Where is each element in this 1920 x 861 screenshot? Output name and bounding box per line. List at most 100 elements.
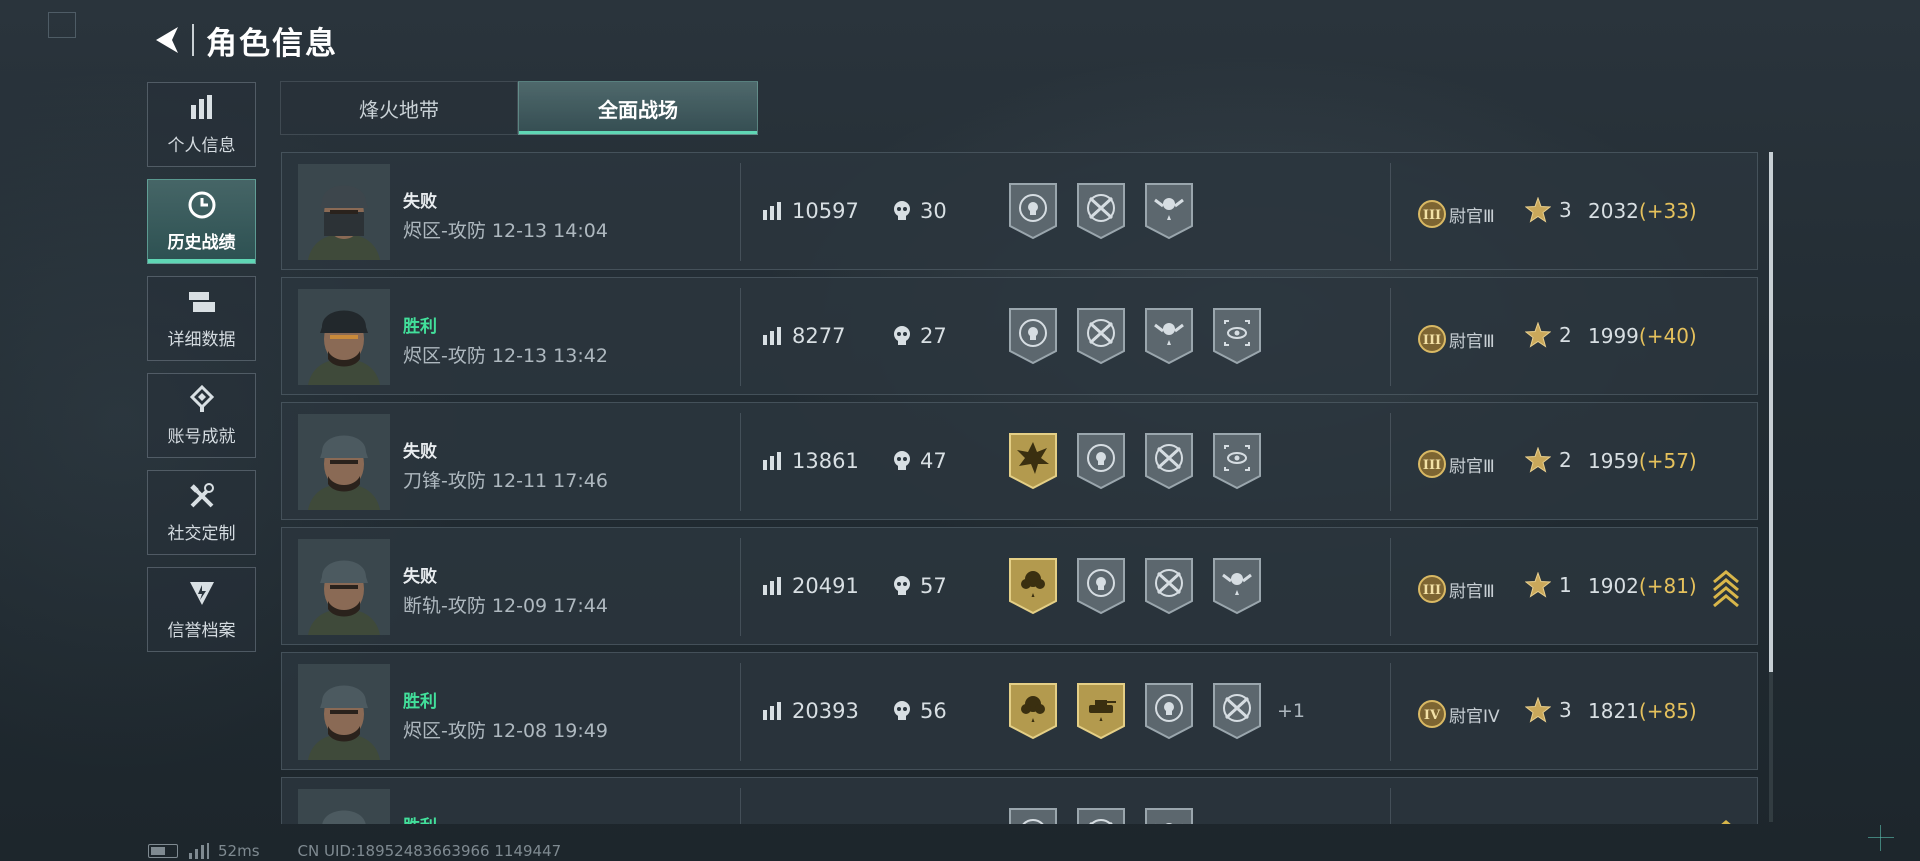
match-result: 失败 bbox=[403, 442, 437, 462]
crossed-rifles-medal[interactable] bbox=[1211, 682, 1263, 740]
page-title: 角色信息 bbox=[206, 25, 338, 62]
map-mode: 烬区-攻防 bbox=[403, 345, 486, 367]
winged-skull-medal[interactable] bbox=[1143, 807, 1195, 824]
winged-skull-medal[interactable] bbox=[1211, 557, 1263, 615]
tab-all-out-warfare[interactable]: 全面战场 bbox=[518, 81, 758, 135]
rank-info: III 尉官Ⅲ bbox=[1417, 449, 1495, 479]
crossed-rifles-medal[interactable] bbox=[1075, 182, 1127, 240]
points-value: 1821 bbox=[1588, 699, 1639, 723]
sidebar-item-personal-info[interactable]: 个人信息 bbox=[147, 82, 256, 167]
crossed-rifles-medal[interactable] bbox=[1143, 432, 1195, 490]
crossed-rifles-medal[interactable] bbox=[1143, 557, 1195, 615]
crosshair-corner-mark bbox=[1868, 825, 1894, 851]
match-row[interactable]: 失败 断轨-攻防 12-09 17:44 20491 57 III 尉官Ⅲ 1 1902(+8… bbox=[281, 527, 1758, 645]
match-kills: 47 bbox=[892, 449, 947, 473]
sidebar-item-achievements[interactable]: 账号成就 bbox=[147, 373, 256, 458]
star-count: 2 bbox=[1525, 447, 1572, 473]
divider bbox=[1390, 413, 1391, 511]
score-bars-icon bbox=[763, 327, 781, 345]
kills-value: 56 bbox=[920, 699, 947, 723]
score-value: 13861 bbox=[792, 449, 859, 473]
operator-portrait bbox=[298, 164, 390, 260]
skull-target-medal[interactable] bbox=[1075, 432, 1127, 490]
sidebar-item-detail-data[interactable]: 详细数据 bbox=[147, 276, 256, 361]
tab-hazard-zone[interactable]: 烽火地带 bbox=[280, 81, 518, 135]
kills-value: 57 bbox=[920, 574, 947, 598]
points-value: 1999 bbox=[1588, 324, 1639, 348]
operator-portrait bbox=[298, 664, 390, 760]
match-history-list[interactable]: 失败 烬区-攻防 12-13 14:04 10597 30 III 尉官Ⅲ 3 2032(+3… bbox=[281, 152, 1759, 824]
stars-value: 2 bbox=[1559, 448, 1572, 472]
star-icon bbox=[1525, 322, 1551, 348]
signal-icon bbox=[189, 843, 209, 859]
rank-numeral: III bbox=[1423, 208, 1441, 223]
crossed-rifles-medal[interactable] bbox=[1075, 307, 1127, 365]
match-info: 烬区-攻防 12-08 19:49 bbox=[403, 716, 608, 743]
medal-list: +1 bbox=[1007, 682, 1305, 740]
match-kills: 56 bbox=[892, 699, 947, 723]
match-time: 12-09 17:44 bbox=[491, 595, 608, 617]
score-value: 20393 bbox=[792, 699, 859, 723]
star-count: 2 bbox=[1525, 322, 1572, 348]
match-result: 胜利 bbox=[403, 692, 437, 712]
match-score: 20393 bbox=[762, 699, 859, 723]
eye-scope-medal[interactable] bbox=[1211, 432, 1263, 490]
map-mode: 烬区-攻防 bbox=[403, 720, 486, 742]
match-score: 20491 bbox=[762, 574, 859, 598]
divider bbox=[1390, 288, 1391, 386]
rank-badge-icon: III bbox=[1418, 200, 1446, 228]
scrollbar-thumb[interactable] bbox=[1769, 152, 1773, 672]
list-scrollbar[interactable] bbox=[1769, 152, 1773, 822]
kills-value: 30 bbox=[920, 199, 947, 223]
score-value: 8277 bbox=[792, 324, 846, 348]
skull-target-medal[interactable] bbox=[1007, 307, 1059, 365]
points-delta: (+57) bbox=[1638, 449, 1697, 473]
rank-info: III 尉官Ⅲ bbox=[1417, 324, 1495, 354]
gold-tank-medal[interactable] bbox=[1075, 682, 1127, 740]
winged-skull-medal[interactable] bbox=[1143, 307, 1195, 365]
star-count: 3 bbox=[1525, 697, 1572, 723]
rank-name: 尉官Ⅲ bbox=[1449, 331, 1495, 352]
match-row[interactable]: 胜利 烬区-攻防 12-08 19:49 20393 56 +1 IV 尉官IV 3 1821(… bbox=[281, 652, 1758, 770]
winged-skull-medal[interactable] bbox=[1143, 182, 1195, 240]
match-result: 胜利 bbox=[403, 812, 437, 824]
divider bbox=[740, 538, 741, 636]
map-mode: 刀锋-攻防 bbox=[403, 470, 486, 492]
back-button[interactable] bbox=[148, 20, 186, 60]
sidebar-item-credit[interactable]: 信誉档案 bbox=[147, 567, 256, 652]
gold-explosion-medal[interactable] bbox=[1007, 432, 1059, 490]
match-row[interactable]: 胜利 bbox=[281, 777, 1758, 824]
page-header: 角色信息 bbox=[148, 18, 338, 62]
match-row[interactable]: 失败 刀锋-攻防 12-11 17:46 13861 47 III 尉官Ⅲ 2 1959(+5… bbox=[281, 402, 1758, 520]
skull-target-medal[interactable] bbox=[1007, 182, 1059, 240]
battery-icon bbox=[148, 844, 178, 858]
stats-bars-icon bbox=[186, 93, 218, 123]
divider bbox=[1390, 538, 1391, 636]
sidebar-item-label: 信誉档案 bbox=[167, 621, 236, 641]
divider bbox=[1390, 788, 1391, 824]
sidebar-item-label: 账号成就 bbox=[167, 427, 236, 447]
match-row[interactable]: 失败 烬区-攻防 12-13 14:04 10597 30 III 尉官Ⅲ 3 2032(+3… bbox=[281, 152, 1758, 270]
rank-points: 1821(+85) bbox=[1588, 699, 1697, 723]
match-info: 烬区-攻防 12-13 13:42 bbox=[403, 341, 608, 368]
eye-scope-medal[interactable] bbox=[1211, 307, 1263, 365]
sidebar-item-history[interactable]: 历史战绩 bbox=[147, 179, 256, 264]
medal-list bbox=[1007, 807, 1211, 824]
skull-target-medal[interactable] bbox=[1143, 682, 1195, 740]
stars-value: 2 bbox=[1559, 323, 1572, 347]
score-bars-icon bbox=[763, 202, 781, 220]
gold-rose-medal[interactable] bbox=[1007, 557, 1059, 615]
extra-medals-count[interactable]: +1 bbox=[1277, 700, 1305, 722]
sidebar-item-social[interactable]: 社交定制 bbox=[147, 470, 256, 555]
match-row[interactable]: 胜利 烬区-攻防 12-13 13:42 8277 27 III 尉官Ⅲ 2 1999(+40… bbox=[281, 277, 1758, 395]
crossed-rifles-medal[interactable] bbox=[1075, 807, 1127, 824]
points-value: 1902 bbox=[1588, 574, 1639, 598]
skull-target-medal[interactable] bbox=[1075, 557, 1127, 615]
kills-value: 47 bbox=[920, 449, 947, 473]
sidebar-item-label: 详细数据 bbox=[167, 330, 236, 350]
back-arrow-icon bbox=[156, 27, 178, 53]
operator-portrait bbox=[298, 539, 390, 635]
gold-rose-medal[interactable] bbox=[1007, 682, 1059, 740]
divider bbox=[1390, 663, 1391, 761]
skull-target-medal[interactable] bbox=[1007, 807, 1059, 824]
